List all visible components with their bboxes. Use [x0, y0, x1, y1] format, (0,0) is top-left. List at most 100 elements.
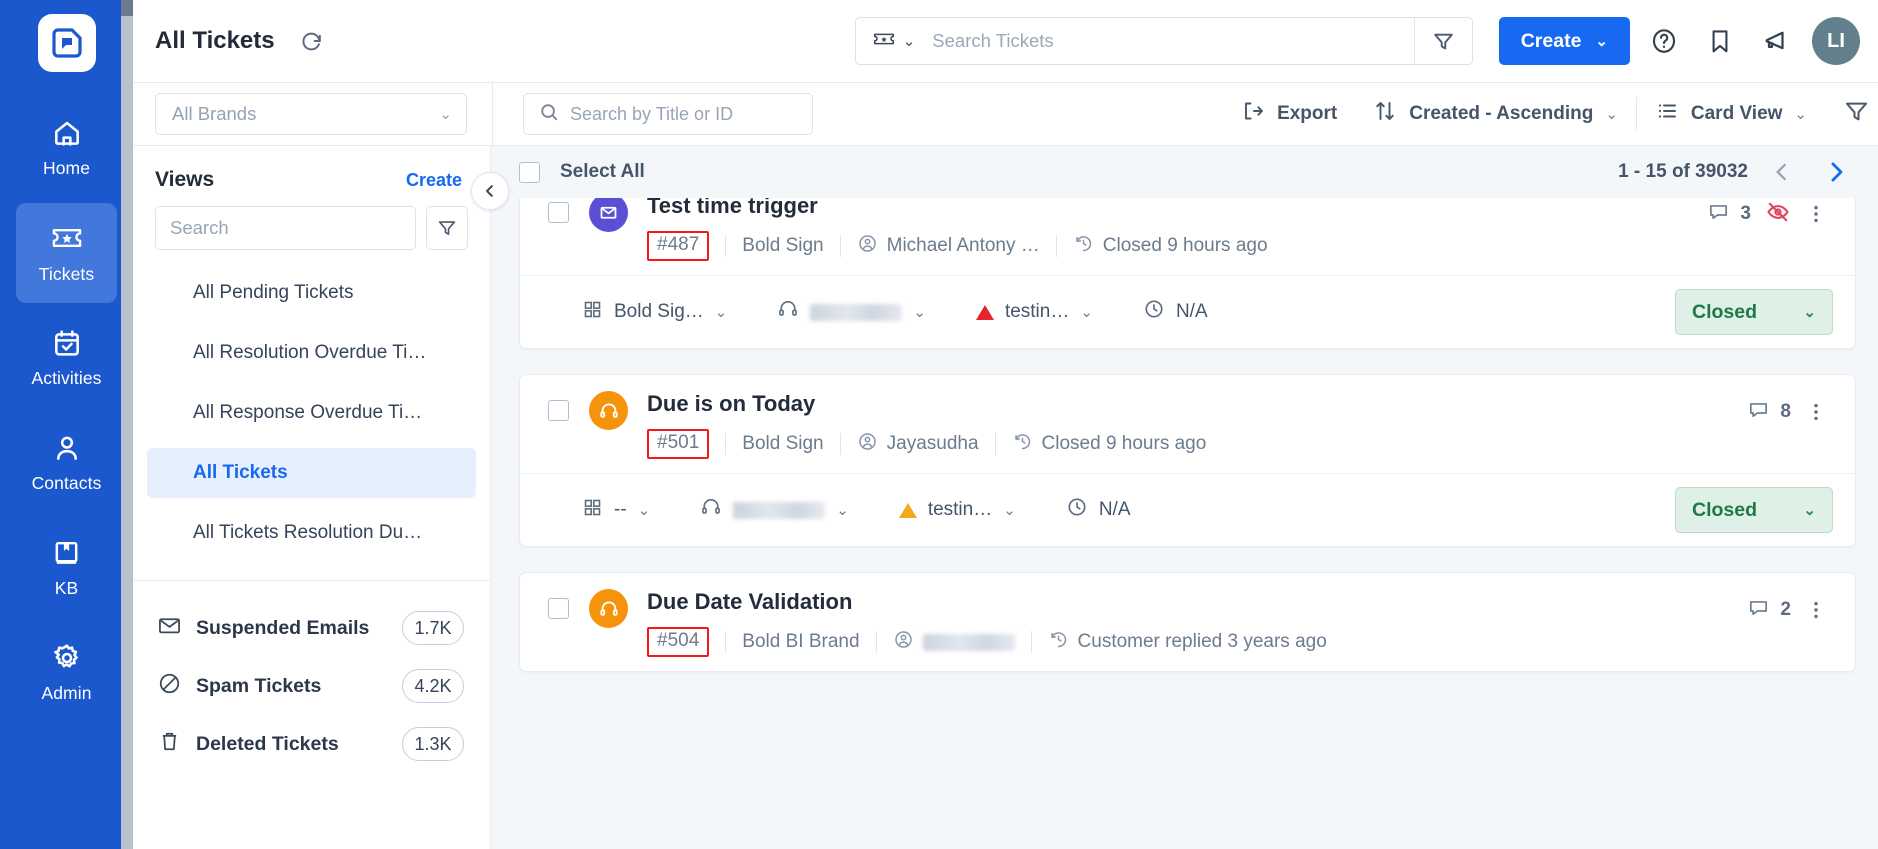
search-input[interactable]: [170, 217, 402, 239]
ticket-agent-name-redacted: [810, 303, 903, 321]
ticket-id: #487: [647, 231, 710, 261]
ticket-agent-selector[interactable]: ⌄: [700, 496, 849, 524]
sidebar-item-home[interactable]: Home: [16, 98, 117, 198]
book-bookmark-icon: [51, 538, 82, 569]
envelope-icon: [157, 613, 182, 644]
ticket-id: #504: [647, 627, 710, 657]
ticket-agent-selector[interactable]: ⌄: [777, 298, 926, 326]
sidebar-item-suspended-emails[interactable]: Suspended Emails 1.7K: [133, 599, 490, 657]
ticket-checkbox[interactable]: [548, 202, 569, 223]
headset-icon: [589, 589, 628, 628]
chevron-down-icon: ⌄: [714, 304, 728, 321]
history-icon: [1012, 431, 1033, 458]
views-panel: Views Create All Pending Ticket: [133, 146, 509, 849]
ticket-card[interactable]: Due is on Today #501 Bold Sign Jayasudha…: [519, 374, 1856, 547]
ticket-group-label: Bold Sig…: [614, 301, 704, 322]
view-mode-selector[interactable]: Card View ⌄: [1637, 83, 1825, 146]
bookmark-icon[interactable]: [1698, 19, 1742, 63]
eye-off-icon[interactable]: [1765, 199, 1791, 230]
create-view-link[interactable]: Create: [406, 170, 462, 191]
ticket-activity-text: Closed 9 hours ago: [1041, 433, 1207, 454]
status-badge: 4.2K: [402, 669, 464, 703]
megaphone-icon[interactable]: [1754, 19, 1798, 63]
kebab-menu-icon[interactable]: [1799, 593, 1833, 627]
ticket-card-header: Due is on Today #501 Bold Sign Jayasudha…: [520, 375, 1855, 473]
ticket-activity-text: Customer replied 3 years ago: [1077, 631, 1327, 652]
ticket-status-selector[interactable]: Closed ⌄: [1675, 289, 1833, 335]
avatar[interactable]: LI: [1812, 17, 1860, 65]
ticket-checkbox[interactable]: [548, 400, 569, 421]
chevron-down-icon: ⌄: [913, 304, 926, 321]
rail-scrollbar-thumb[interactable]: [121, 0, 133, 16]
view-item-all-tickets[interactable]: All Tickets: [147, 448, 476, 498]
search-input[interactable]: [570, 103, 802, 125]
search-type-selector[interactable]: ⌄: [856, 27, 927, 56]
select-all-checkbox[interactable]: [519, 161, 540, 183]
ticket-group-selector[interactable]: -- ⌄: [582, 497, 650, 524]
ticket-status-selector[interactable]: Closed ⌄: [1675, 487, 1833, 533]
sidebar-item-admin[interactable]: Admin: [16, 623, 117, 723]
rail-scrollbar[interactable]: [121, 0, 133, 849]
kebab-menu-icon[interactable]: [1799, 198, 1833, 231]
ticket-priority-selector[interactable]: testin… ⌄: [975, 301, 1093, 323]
advanced-filter-button[interactable]: [1825, 83, 1878, 146]
collapse-views-panel-button[interactable]: [471, 172, 509, 210]
export-button[interactable]: Export: [1223, 83, 1355, 146]
sidebar-item-tickets[interactable]: Tickets: [16, 203, 117, 303]
view-item-all-resolution-overdue[interactable]: All Resolution Overdue Ti…: [147, 328, 476, 378]
ticket-card[interactable]: Test time trigger #487 Bold Sign Michael…: [519, 198, 1856, 349]
comment-icon: [1747, 596, 1770, 625]
ticket-priority-selector[interactable]: testin… ⌄: [898, 499, 1016, 521]
conversation-count-value: 2: [1780, 599, 1791, 620]
refresh-icon[interactable]: [297, 26, 327, 56]
chevron-down-icon: ⌄: [1803, 502, 1816, 519]
pagination-summary: 1 - 15 of 39032: [1618, 161, 1748, 182]
view-item-all-pending-tickets[interactable]: All Pending Tickets: [147, 268, 476, 318]
views-search: [155, 206, 417, 250]
ticket-card-actions: 8: [1747, 395, 1833, 429]
clock-icon: [1143, 298, 1165, 326]
ticket-group-selector[interactable]: Bold Sig… ⌄: [582, 299, 727, 326]
ticket-meta: #504 Bold BI Brand Customer replied 3 ye…: [647, 627, 1747, 657]
ticket-checkbox[interactable]: [548, 598, 569, 619]
create-button[interactable]: Create ⌄: [1498, 17, 1630, 65]
ticket-activity: Customer replied 3 years ago: [1048, 629, 1327, 656]
brand-filter-select[interactable]: All Brands ⌄: [155, 93, 467, 135]
export-icon: [1241, 99, 1265, 129]
sort-selector[interactable]: Created - Ascending ⌄: [1355, 83, 1636, 146]
meta-divider: [1030, 631, 1032, 653]
ticket-title[interactable]: Test time trigger: [647, 198, 1707, 219]
sidebar-item-kb[interactable]: KB: [16, 518, 117, 618]
conversation-count: 3: [1707, 200, 1751, 229]
comment-icon: [1707, 200, 1730, 229]
previous-page-button[interactable]: [1762, 152, 1802, 192]
view-item-all-tickets-resolution-due[interactable]: All Tickets Resolution Du…: [147, 508, 476, 558]
ticket-card-footer: -- ⌄ ⌄ testin… ⌄ N/A Closed ⌄: [520, 473, 1855, 546]
top-bar: All Tickets ⌄ Search Tickets Create ⌄ LI: [133, 0, 1878, 83]
search-filter-icon[interactable]: [1413, 18, 1472, 64]
help-circle-icon[interactable]: [1642, 19, 1686, 63]
sidebar-item-contacts[interactable]: Contacts: [16, 413, 117, 513]
search-input[interactable]: [926, 30, 1414, 52]
bold-desk-logo-icon[interactable]: [37, 14, 96, 72]
next-page-button[interactable]: [1816, 152, 1856, 192]
sidebar-item-deleted-tickets[interactable]: Deleted Tickets 1.3K: [133, 715, 490, 773]
kebab-menu-icon[interactable]: [1799, 395, 1833, 429]
ticket-card-footer: Bold Sig… ⌄ ⌄ testin… ⌄ N/A Closed ⌄: [520, 275, 1855, 348]
filter-toolbar: All Brands ⌄ Export: [133, 82, 1878, 146]
sidebar-item-activities[interactable]: Activities: [16, 308, 117, 408]
view-item-all-response-overdue[interactable]: All Response Overdue Ti…: [147, 388, 476, 438]
ticket-card[interactable]: Due Date Validation #504 Bold BI Brand C…: [519, 572, 1856, 672]
sidebar-item-label: Spam Tickets: [196, 674, 322, 697]
comment-icon: [1747, 398, 1770, 427]
ticket-title[interactable]: Due Date Validation: [647, 589, 1747, 615]
views-filter-icon[interactable]: [426, 206, 468, 250]
conversation-count: 8: [1747, 398, 1791, 427]
ticket-status-label: Closed: [1692, 498, 1758, 521]
meta-divider: [725, 433, 727, 455]
sidebar-item-spam-tickets[interactable]: Spam Tickets 4.2K: [133, 657, 490, 715]
ticket-brand: Bold BI Brand: [742, 631, 860, 652]
views-header: Views Create: [133, 146, 490, 206]
chevron-down-icon: ⌄: [1595, 33, 1608, 50]
ticket-title[interactable]: Due is on Today: [647, 391, 1747, 417]
